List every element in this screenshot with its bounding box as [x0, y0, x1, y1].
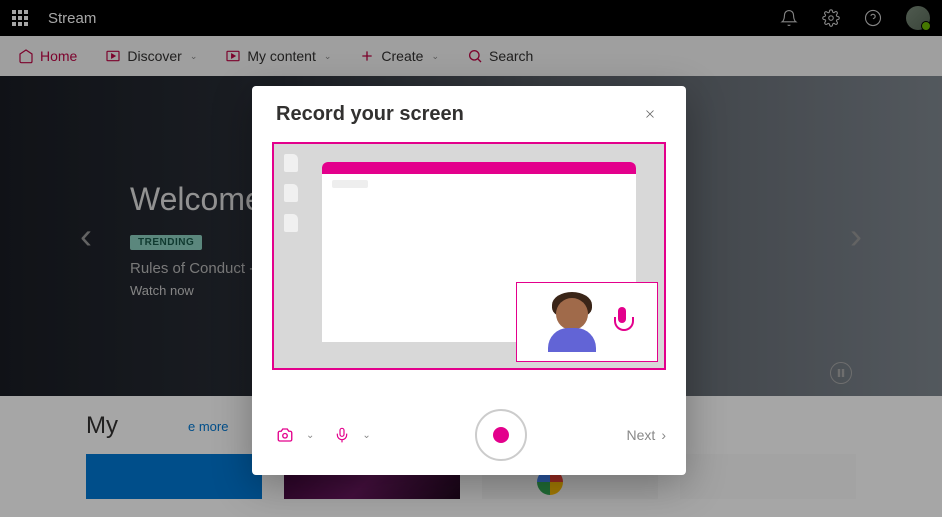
- microphone-options-dropdown[interactable]: ⌄: [358, 430, 374, 441]
- dialog-title: Record your screen: [276, 103, 464, 126]
- preview-thumbnails: [284, 154, 298, 232]
- chevron-right-icon: ›: [661, 427, 666, 443]
- person-illustration: [542, 292, 602, 352]
- record-icon: [493, 427, 509, 443]
- camera-icon[interactable]: [272, 422, 298, 448]
- recording-options: ⌄ ⌄: [272, 422, 375, 448]
- screen-preview: [272, 142, 666, 370]
- camera-options-dropdown[interactable]: ⌄: [302, 430, 318, 441]
- close-button[interactable]: [638, 102, 662, 126]
- webcam-preview: [516, 282, 658, 362]
- record-screen-dialog: Record your screen ⌄ ⌄: [252, 86, 686, 475]
- record-button[interactable]: [475, 409, 527, 461]
- microphone-illustration: [612, 307, 632, 337]
- next-label: Next: [627, 427, 656, 443]
- next-button[interactable]: Next ›: [627, 427, 666, 443]
- microphone-icon[interactable]: [330, 422, 354, 448]
